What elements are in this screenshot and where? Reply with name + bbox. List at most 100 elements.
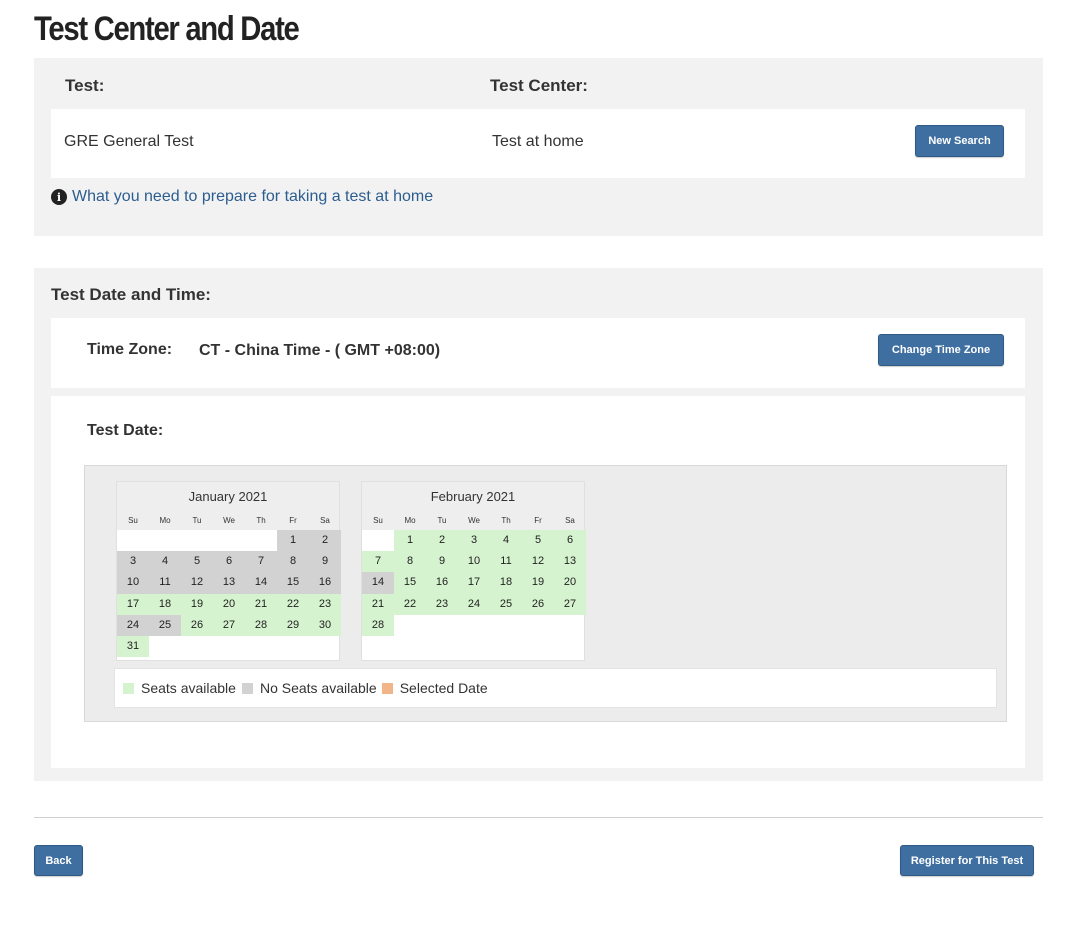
timezone-value: CT - China Time - ( GMT +08:00) bbox=[199, 342, 441, 359]
register-button[interactable]: Register for This Test bbox=[900, 845, 1034, 876]
calendar-day-available[interactable]: 21 bbox=[362, 593, 394, 615]
legend-available-label: Seats available bbox=[141, 680, 236, 696]
day-grid: 1 2 3 4 5 6 7 8 9 10 11 12 13 14 15 16 17 18 19 20 21 22 23 24 2… bbox=[117, 530, 341, 658]
calendar-january-2021: January 2021 Su Mo Tu We Th Fr Sa 1 2 3 4 5 6 7 8 9 10 1… bbox=[116, 481, 341, 661]
calendar-day-available[interactable]: 3 bbox=[458, 530, 490, 552]
calendar-day-available[interactable]: 28 bbox=[245, 614, 277, 636]
calendar-day-unavailable: 6 bbox=[213, 551, 245, 573]
calendar-day-available[interactable]: 2 bbox=[426, 530, 458, 552]
calendar-day-available[interactable]: 19 bbox=[522, 572, 554, 594]
test-center-panel: Test: Test Center: GRE General Test Test… bbox=[34, 58, 1043, 236]
calendar-day-unavailable: 25 bbox=[149, 614, 181, 636]
calendar-day-available[interactable]: 26 bbox=[522, 593, 554, 615]
calendar-day-available[interactable]: 16 bbox=[426, 572, 458, 594]
test-value: GRE General Test bbox=[64, 133, 194, 150]
weekday-header: Su Mo Tu We Th Fr Sa bbox=[117, 514, 339, 530]
calendar-day-available[interactable]: 26 bbox=[181, 614, 213, 636]
calendar-day-available[interactable]: 15 bbox=[394, 572, 426, 594]
calendar-day-available[interactable]: 6 bbox=[554, 530, 586, 552]
calendar-day-available[interactable]: 1 bbox=[394, 530, 426, 552]
calendar-day-unavailable: 10 bbox=[117, 572, 149, 594]
calendar-blank-cell bbox=[117, 530, 149, 552]
weekday-label: Sa bbox=[565, 516, 575, 525]
calendar-day-unavailable: 14 bbox=[362, 572, 394, 594]
calendar-day-unavailable: 12 bbox=[181, 572, 213, 594]
prepare-home-test-link-text[interactable]: What you need to prepare for taking a te… bbox=[72, 188, 433, 206]
calendar-day-unavailable: 16 bbox=[309, 572, 341, 594]
calendar-day-available[interactable]: 5 bbox=[522, 530, 554, 552]
legend-swatch-no-seats bbox=[241, 682, 253, 694]
calendar-day-available[interactable]: 29 bbox=[277, 614, 309, 636]
test-center-label: Test Center: bbox=[490, 76, 588, 95]
calendar-legend: Seats available No Seats available Selec… bbox=[114, 668, 997, 708]
footer-divider bbox=[34, 817, 1043, 818]
calendar-day-available[interactable]: 17 bbox=[117, 593, 149, 615]
test-center-row: GRE General Test Test at home New Search bbox=[51, 109, 1025, 178]
info-circle-icon: i bbox=[51, 189, 67, 205]
weekday-label: We bbox=[223, 516, 235, 525]
calendar-day-unavailable: 1 bbox=[277, 530, 309, 552]
prepare-home-test-link[interactable]: i What you need to prepare for taking a … bbox=[51, 188, 433, 206]
calendar-day-available[interactable]: 20 bbox=[554, 572, 586, 594]
calendar-day-unavailable: 9 bbox=[309, 551, 341, 573]
legend-selected: Selected Date bbox=[380, 680, 488, 696]
calendar-day-unavailable: 7 bbox=[245, 551, 277, 573]
calendar-day-available[interactable]: 23 bbox=[426, 593, 458, 615]
calendar-day-available[interactable]: 18 bbox=[149, 593, 181, 615]
calendar-day-available[interactable]: 23 bbox=[309, 593, 341, 615]
calendar-day-available[interactable]: 20 bbox=[213, 593, 245, 615]
calendar-day-unavailable: 8 bbox=[277, 551, 309, 573]
calendar-day-available[interactable]: 12 bbox=[522, 551, 554, 573]
test-center-value: Test at home bbox=[492, 133, 584, 150]
calendar-day-available[interactable]: 19 bbox=[181, 593, 213, 615]
calendar-day-available[interactable]: 21 bbox=[245, 593, 277, 615]
calendar-widget: January 2021 Su Mo Tu We Th Fr Sa 1 2 3 4 5 6 7 8 9 10 1… bbox=[84, 465, 1007, 722]
calendar-day-available[interactable]: 11 bbox=[490, 551, 522, 573]
back-button[interactable]: Back bbox=[34, 845, 83, 876]
calendar-day-available[interactable]: 8 bbox=[394, 551, 426, 573]
calendar-day-unavailable: 2 bbox=[309, 530, 341, 552]
calendar-day-available[interactable]: 28 bbox=[362, 614, 394, 636]
calendar-day-available[interactable]: 18 bbox=[490, 572, 522, 594]
calendar-day-available[interactable]: 13 bbox=[554, 551, 586, 573]
weekday-label: Sa bbox=[320, 516, 330, 525]
legend-swatch-available bbox=[123, 682, 134, 694]
calendar-day-available[interactable]: 25 bbox=[490, 593, 522, 615]
calendar-day-available[interactable]: 31 bbox=[117, 635, 149, 658]
legend-no-seats-label: No Seats available bbox=[259, 680, 377, 696]
calendar-day-available[interactable]: 22 bbox=[394, 593, 426, 615]
weekday-label: Fr bbox=[534, 516, 542, 525]
weekday-label: Su bbox=[128, 516, 138, 525]
new-search-button[interactable]: New Search bbox=[915, 125, 1004, 157]
calendar-month-title: February 2021 bbox=[362, 482, 584, 514]
legend-swatch-selected bbox=[381, 682, 393, 694]
calendar-day-unavailable: 4 bbox=[149, 551, 181, 573]
calendar-blank-cell bbox=[362, 530, 394, 552]
weekday-header: Su Mo Tu We Th Fr Sa bbox=[362, 514, 584, 530]
legend-no-seats: No Seats available bbox=[239, 680, 377, 696]
calendar-day-available[interactable]: 9 bbox=[426, 551, 458, 573]
change-timezone-button[interactable]: Change Time Zone bbox=[878, 334, 1004, 366]
weekday-label: Mo bbox=[404, 516, 416, 525]
calendar-day-unavailable: 3 bbox=[117, 551, 149, 573]
calendar-day-available[interactable]: 27 bbox=[213, 614, 245, 636]
calendar-day-available[interactable]: 30 bbox=[309, 614, 341, 636]
weekday-label: Su bbox=[373, 516, 383, 525]
calendar-blank-cell bbox=[213, 530, 245, 552]
calendar-day-available[interactable]: 24 bbox=[458, 593, 490, 615]
calendar-day-available[interactable]: 22 bbox=[277, 593, 309, 615]
legend-selected-label: Selected Date bbox=[399, 680, 488, 696]
timezone-row: Time Zone: CT - China Time - ( GMT +08:0… bbox=[51, 318, 1025, 388]
weekday-label: Tu bbox=[192, 516, 202, 525]
calendar-day-available[interactable]: 27 bbox=[554, 593, 586, 615]
calendar-day-available[interactable]: 4 bbox=[490, 530, 522, 552]
calendar-day-available[interactable]: 10 bbox=[458, 551, 490, 573]
page-title: Test Center and Date bbox=[34, 10, 300, 48]
weekday-label: Tu bbox=[437, 516, 447, 525]
calendar-day-unavailable: 24 bbox=[117, 614, 149, 636]
calendar-day-unavailable: 13 bbox=[213, 572, 245, 594]
calendar-day-available[interactable]: 17 bbox=[458, 572, 490, 594]
test-label: Test: bbox=[65, 76, 105, 95]
calendar-day-available[interactable]: 7 bbox=[362, 551, 394, 573]
weekday-label: We bbox=[468, 516, 480, 525]
